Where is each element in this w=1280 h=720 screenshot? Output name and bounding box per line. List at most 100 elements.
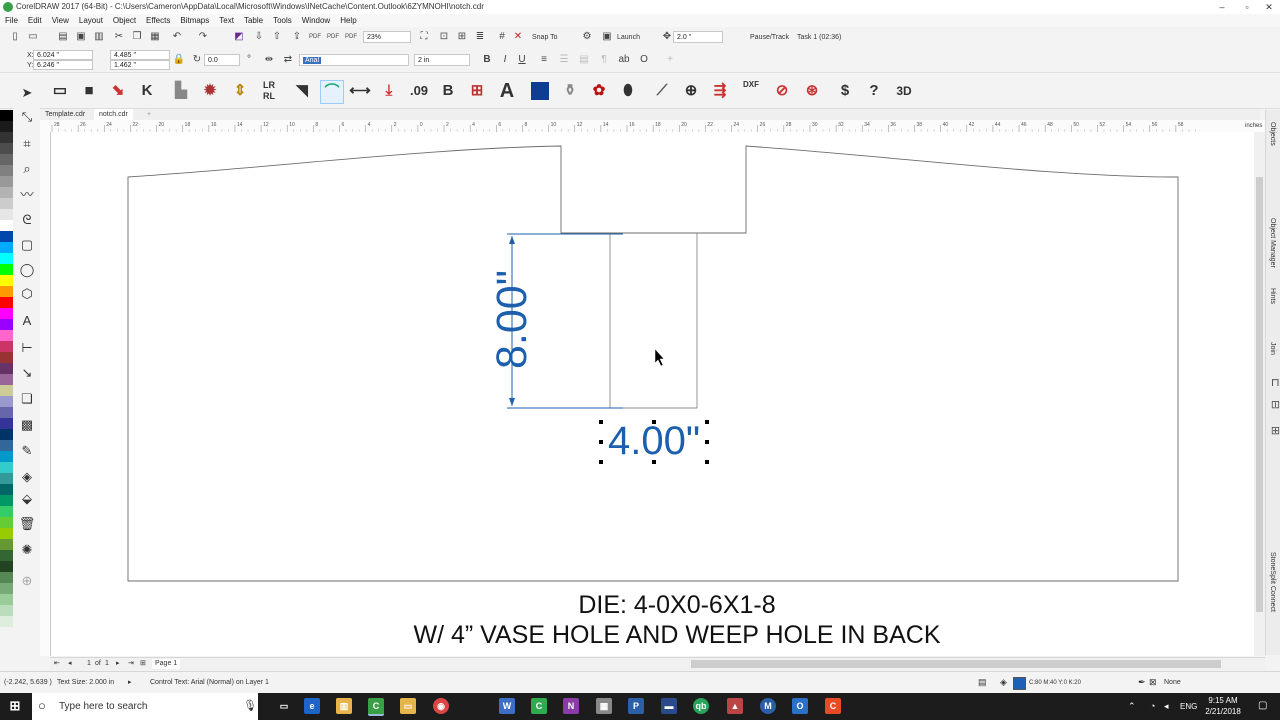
dimension-horizontal-selected[interactable]: 4.00": [599, 419, 709, 464]
palette-swatch[interactable]: [0, 319, 13, 330]
add-node-icon[interactable]: ⊕: [680, 80, 702, 102]
tray-volume-icon[interactable]: ◂: [1164, 701, 1169, 712]
palette-swatch[interactable]: [0, 572, 13, 583]
palette-swatch[interactable]: [0, 374, 13, 385]
interactive-fill-icon[interactable]: ◈: [18, 468, 36, 486]
palette-swatch[interactable]: [0, 550, 13, 561]
options-gear-icon[interactable]: ⚙: [580, 30, 594, 44]
drawing-canvas[interactable]: 8.00" 4.00" DIE: 4-0X0-6X1-8 W/ 4” VASE …: [51, 132, 1254, 656]
menu-text[interactable]: Text: [214, 14, 239, 27]
selection-handle-ml[interactable]: [599, 440, 603, 444]
ornament-icon[interactable]: ✹: [199, 80, 221, 102]
notifications-icon[interactable]: ▢: [1258, 700, 1267, 711]
palette-swatch[interactable]: [0, 110, 13, 121]
palette-swatch[interactable]: [0, 308, 13, 319]
zoom-page-icon[interactable]: ⊡: [437, 30, 451, 44]
docker-tab-objects[interactable]: Objects: [1269, 122, 1276, 146]
undo-icon[interactable]: ↶: [170, 30, 184, 44]
edge-browser-icon[interactable]: e: [304, 698, 320, 714]
grid-icon[interactable]: #: [495, 30, 509, 44]
rectangle-frame-icon[interactable]: ▭: [49, 80, 71, 102]
corel-app-icon-2[interactable]: C: [825, 698, 841, 714]
menu-layout[interactable]: Layout: [74, 14, 108, 27]
print-icon[interactable]: ▥: [92, 30, 106, 44]
horizontal-dimension-icon[interactable]: ⟷: [349, 80, 371, 102]
lock-ratio-icon[interactable]: 🔒: [172, 53, 186, 67]
knife-icon[interactable]: ⟋: [651, 80, 673, 102]
palette-swatch[interactable]: [0, 583, 13, 594]
outline-pen-icon[interactable]: ✒: [1138, 677, 1146, 687]
palette-swatch[interactable]: [0, 165, 13, 176]
new-tab-button[interactable]: +: [142, 109, 156, 120]
outlook-icon[interactable]: O: [792, 698, 808, 714]
palette-swatch[interactable]: [0, 462, 13, 473]
page-tab[interactable]: Page 1: [152, 659, 181, 669]
menu-help[interactable]: Help: [335, 14, 361, 27]
palette-swatch[interactable]: [0, 231, 13, 242]
rose-icon[interactable]: ✿: [588, 80, 610, 102]
palette-swatch[interactable]: [0, 594, 13, 605]
tray-network-icon[interactable]: ⌃: [1128, 701, 1136, 712]
maximize-button[interactable]: ▫: [1236, 0, 1258, 14]
palette-swatch[interactable]: [0, 264, 13, 275]
mirror-horizontal-icon[interactable]: ⇹: [262, 53, 276, 67]
shape-tool-icon[interactable]: ⤡: [18, 108, 36, 126]
taskbar-search-box[interactable]: ○ Type here to search 🎙: [32, 693, 258, 720]
palette-swatch[interactable]: [0, 132, 13, 143]
zoom-level-field[interactable]: 23%: [363, 31, 411, 43]
nudge-distance-field[interactable]: 2.0 ": [673, 31, 723, 43]
microphone-icon[interactable]: 🎙: [243, 699, 257, 712]
cut-icon[interactable]: ✂: [112, 30, 126, 44]
palette-swatch[interactable]: [0, 440, 13, 451]
docker-tab-hints[interactable]: Hints: [1269, 288, 1276, 304]
palette-swatch[interactable]: [0, 484, 13, 495]
horizontal-scroll-thumb[interactable]: [691, 660, 1221, 668]
open-folder-icon[interactable]: ▤: [56, 30, 70, 44]
crop-tool-icon[interactable]: ⌗: [18, 135, 36, 153]
rotation-field[interactable]: 0.0: [204, 54, 240, 66]
menu-view[interactable]: View: [47, 14, 74, 27]
color-proof-icon[interactable]: ▤: [978, 677, 987, 687]
clear-icon[interactable]: ✕: [511, 30, 525, 44]
italic-button[interactable]: I: [498, 53, 512, 67]
text-a-icon[interactable]: A: [496, 80, 518, 102]
underline-button[interactable]: U: [515, 53, 529, 67]
palette-swatch[interactable]: [0, 198, 13, 209]
palette-swatch[interactable]: [0, 517, 13, 528]
ko-icon[interactable]: K: [136, 80, 158, 102]
snap-to-dropdown[interactable]: Snap To: [532, 33, 558, 43]
palette-swatch[interactable]: [0, 286, 13, 297]
save-icon[interactable]: ▣: [74, 30, 88, 44]
help-icon[interactable]: ?: [863, 80, 885, 102]
drop-shadow-tool-icon[interactable]: ❏: [18, 390, 36, 408]
pdf-export-icon[interactable]: PDF: [326, 30, 340, 44]
task-dropdown[interactable]: Task 1 (02:36): [797, 33, 841, 43]
docker-tab-join[interactable]: Join: [1269, 342, 1276, 355]
width-field[interactable]: 4.485 ": [110, 50, 170, 60]
palette-swatch[interactable]: [0, 429, 13, 440]
font-size-field[interactable]: 2 in: [414, 54, 470, 66]
docker-icon-a[interactable]: ⊏: [1269, 378, 1280, 387]
palette-swatch[interactable]: [0, 330, 13, 341]
export-icon[interactable]: ⇧: [270, 30, 284, 44]
palette-swatch[interactable]: [0, 385, 13, 396]
palette-swatch[interactable]: [0, 539, 13, 550]
palette-swatch[interactable]: [0, 495, 13, 506]
docker-tab-stonesplit[interactable]: StoneSplit Connect: [1269, 552, 1276, 612]
transparency-tool-icon[interactable]: ▩: [18, 416, 36, 434]
palette-swatch[interactable]: [0, 561, 13, 572]
coreldraw-taskbar-icon[interactable]: C: [368, 698, 384, 716]
delete-icon[interactable]: 🗑: [18, 515, 36, 533]
palette-swatch[interactable]: [0, 242, 13, 253]
text-tool-icon[interactable]: A: [18, 312, 36, 330]
palette-swatch[interactable]: [0, 506, 13, 517]
minimize-button[interactable]: –: [1211, 0, 1233, 14]
menu-effects[interactable]: Effects: [141, 14, 175, 27]
vertical-ruler[interactable]: [40, 132, 51, 656]
full-screen-icon[interactable]: ⛶: [417, 30, 431, 44]
palette-swatch[interactable]: [0, 605, 13, 616]
menu-file[interactable]: File: [0, 14, 23, 27]
zoom-tool-icon[interactable]: ⌕: [18, 160, 36, 178]
publisher-icon[interactable]: P: [628, 698, 644, 714]
palette-swatch[interactable]: [0, 121, 13, 132]
